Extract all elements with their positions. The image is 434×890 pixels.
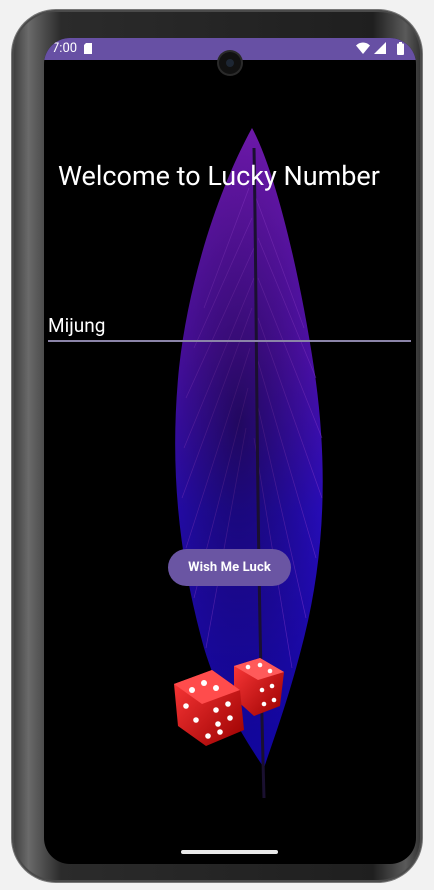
phone-frame: 7:00 Welcome to Lucky Number Mijung Wish… bbox=[12, 10, 422, 882]
wish-me-luck-button[interactable]: Wish Me Luck bbox=[168, 549, 291, 586]
name-input-value: Mijung bbox=[48, 314, 106, 337]
screen: 7:00 Welcome to Lucky Number Mijung Wish… bbox=[44, 38, 416, 864]
battery-icon bbox=[397, 42, 404, 55]
sd-card-icon bbox=[84, 43, 92, 54]
name-input[interactable]: Mijung bbox=[48, 314, 411, 342]
status-time: 7:00 bbox=[52, 41, 78, 56]
dice-image bbox=[174, 658, 284, 746]
front-camera bbox=[219, 52, 241, 74]
wifi-icon bbox=[356, 42, 370, 54]
page-title: Welcome to Lucky Number bbox=[58, 160, 380, 192]
gesture-nav-handle[interactable] bbox=[181, 850, 278, 854]
signal-icon bbox=[374, 42, 386, 54]
